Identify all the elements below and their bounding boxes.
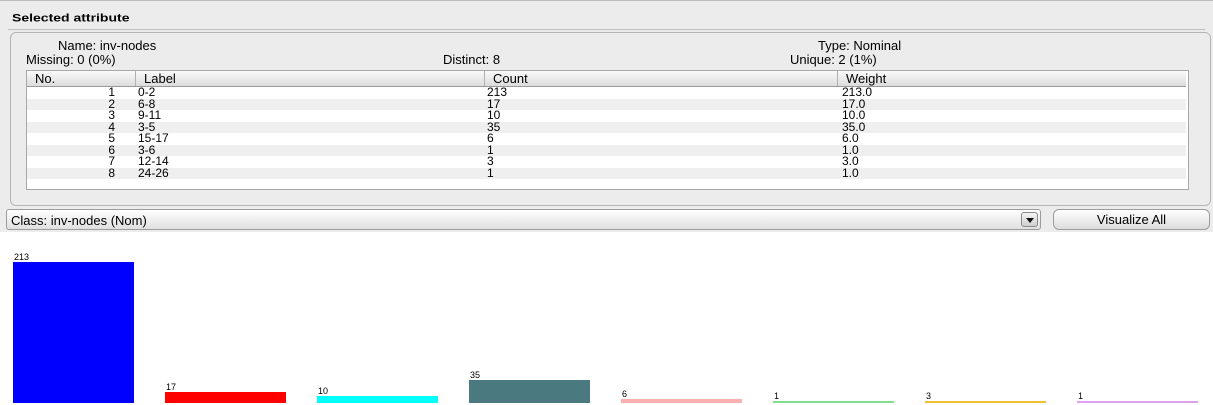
attribute-name: Name: inv-nodes [58, 38, 157, 53]
cell-no: 1 [108, 85, 115, 99]
bar-24-26 [1077, 401, 1198, 403]
bar-3-5 [469, 380, 590, 403]
table-row[interactable]: 1 0-2 213 213.0 [27, 85, 1186, 99]
chevron-down-icon[interactable] [1021, 212, 1038, 227]
column-header-no[interactable]: No. [27, 71, 136, 86]
attribute-missing: Missing: 0 (0%) [26, 52, 116, 67]
table-row[interactable]: 2 6-8 17 17.0 [27, 96, 1186, 111]
table-row[interactable]: 5 15-17 6 6.0 [27, 131, 1186, 145]
table-body: 1 0-2 213 213.0 2 6-8 17 17.0 3 9-11 10 … [27, 85, 1186, 180]
table-header: No. Label Count Weight [27, 71, 1186, 87]
cell-no: 7 [108, 154, 115, 168]
table-row[interactable]: 7 12-14 3 3.0 [27, 154, 1186, 168]
bar-3-6 [773, 401, 894, 403]
bar-value-label: 213 [14, 252, 29, 262]
bar-0-2 [13, 262, 134, 403]
cell-no: 3 [108, 108, 115, 122]
cell-no: 8 [108, 165, 115, 180]
cell-no: 6 [108, 142, 115, 157]
bar-value-label: 10 [318, 386, 328, 396]
column-header-label[interactable]: Label [136, 71, 485, 86]
cell-no: 5 [108, 131, 115, 145]
column-header-count[interactable]: Count [485, 71, 838, 86]
attribute-unique: Unique: 2 (1%) [790, 52, 877, 67]
table-row[interactable]: 8 24-26 1 1.0 [27, 165, 1186, 180]
cell-label: 24-26 [138, 165, 169, 180]
bar-12-14 [925, 401, 1046, 403]
class-distribution-chart: 213 17 10 35 6 1 3 1 [0, 232, 1213, 405]
table-row[interactable]: 4 3-5 35 35.0 [27, 119, 1186, 134]
table-row[interactable]: 3 9-11 10 10.0 [27, 108, 1186, 122]
attribute-distinct: Distinct: 8 [443, 52, 501, 67]
column-header-weight[interactable]: Weight [838, 71, 1186, 86]
cell-count: 1 [487, 165, 494, 180]
bar-value-label: 1 [774, 391, 779, 401]
bar-9-11 [317, 396, 438, 403]
bar-value-label: 1 [1078, 391, 1083, 401]
visualize-all-button[interactable]: Visualize All [1053, 209, 1210, 230]
class-selector-bar: Class: inv-nodes (Nom) Visualize All [0, 208, 1213, 232]
bar-value-label: 17 [166, 382, 176, 392]
cell-no: 2 [108, 96, 115, 111]
cell-no: 4 [108, 119, 115, 134]
bar-15-17 [621, 399, 742, 403]
label-count-table[interactable]: No. Label Count Weight 1 0-2 213 213.0 2… [26, 70, 1189, 190]
attribute-type: Type: Nominal [818, 38, 902, 53]
class-dropdown-value: Class: inv-nodes (Nom) [11, 213, 147, 228]
selected-attribute-panel: Selected attribute Name: inv-nodes Missi… [0, 0, 1213, 209]
bar-value-label: 35 [470, 370, 480, 380]
bar-6-8 [165, 392, 286, 403]
panel-divider [8, 29, 1205, 30]
bar-value-label: 6 [622, 389, 627, 399]
panel-title: Selected attribute [12, 11, 130, 25]
cell-weight: 1.0 [842, 165, 859, 180]
table-row[interactable]: 6 3-6 1 1.0 [27, 142, 1186, 157]
class-dropdown[interactable]: Class: inv-nodes (Nom) [6, 209, 1041, 230]
bar-chart-svg: 213 17 10 35 6 1 3 1 [13, 252, 1198, 403]
bar-value-label: 3 [926, 391, 931, 401]
